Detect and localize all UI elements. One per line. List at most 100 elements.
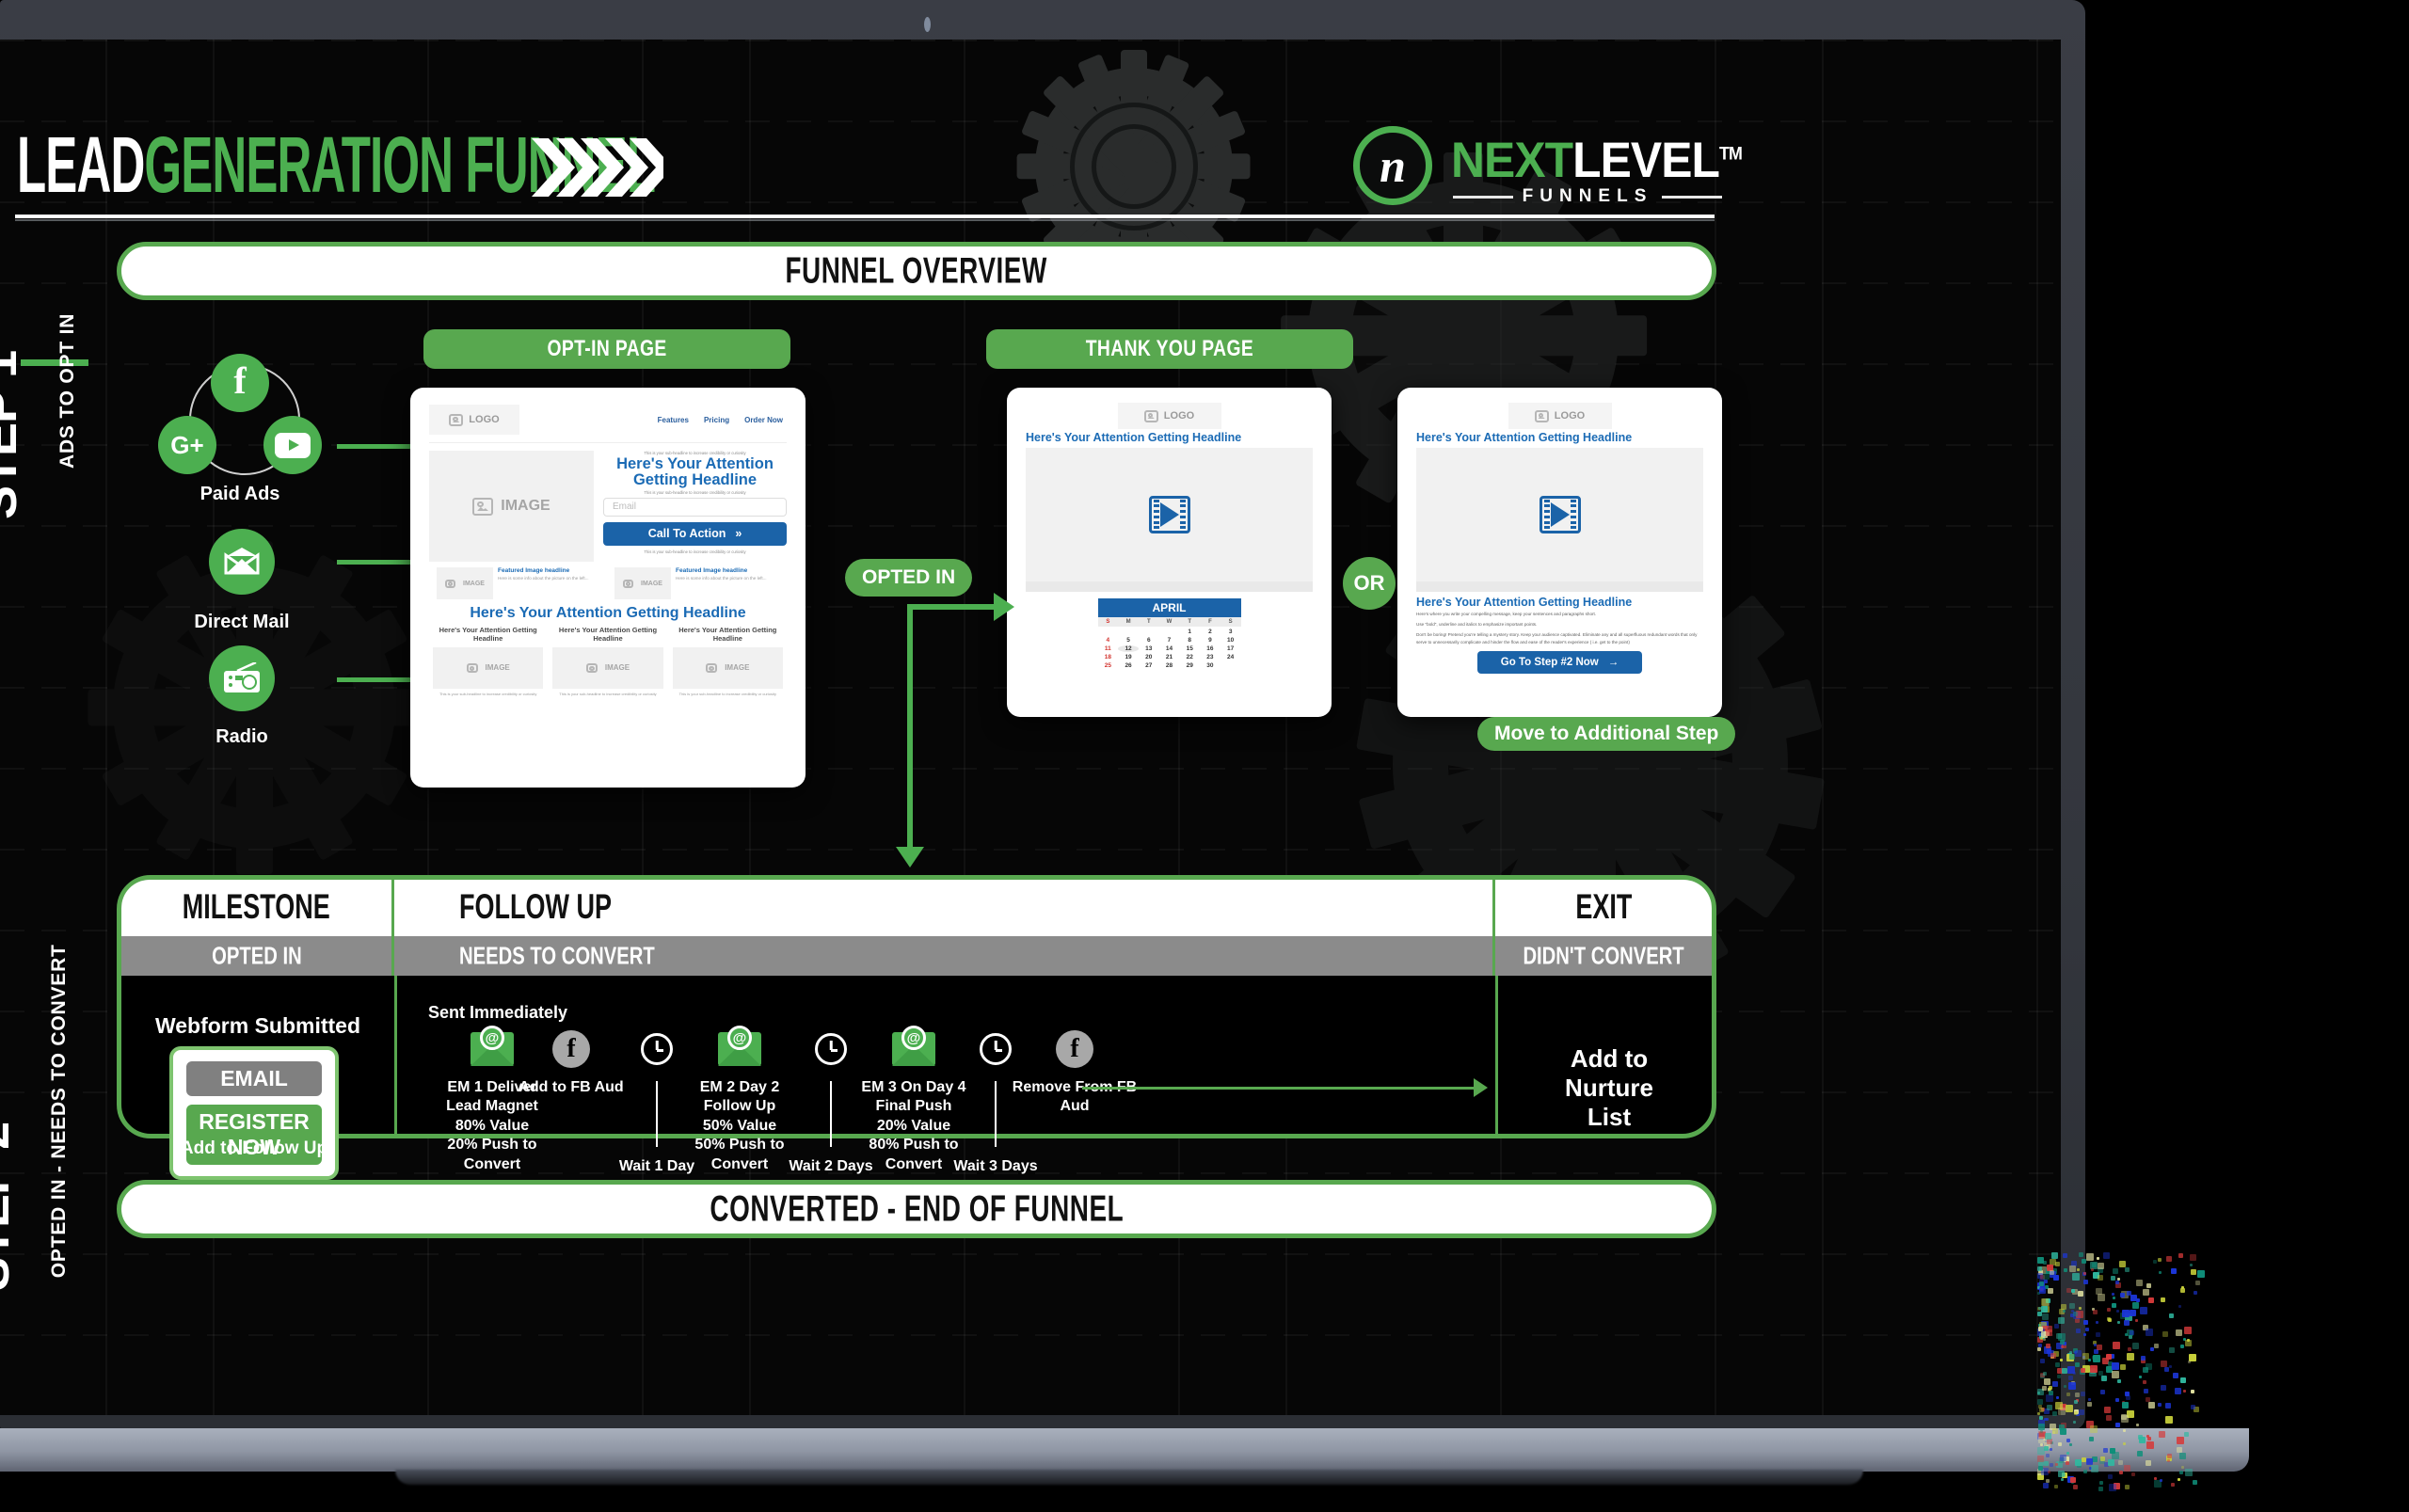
optin-nav-order-now[interactable]: Order Now <box>744 416 783 424</box>
followup-step-add-fb-label: Add to FB Aud <box>496 1078 646 1097</box>
calendar-day[interactable]: 5 <box>1118 637 1139 644</box>
source-label-radio: Radio <box>129 726 355 748</box>
calendar-day-headers: S M T W T F S <box>1098 617 1241 627</box>
calendar-day[interactable]: 6 <box>1139 637 1159 644</box>
calendar-day[interactable]: 10 <box>1220 637 1241 644</box>
calendar-day[interactable]: 15 <box>1179 645 1200 652</box>
optin-featured-body: Here is some info about the picture on t… <box>498 576 605 582</box>
calendar-day[interactable]: 29 <box>1179 662 1200 669</box>
calendar-day[interactable]: 3 <box>1220 629 1241 635</box>
thank-you-page-mockup-a[interactable]: LOGO Here's Your Attention Getting Headl… <box>1007 388 1332 717</box>
webform-email-field[interactable]: EMAIL <box>186 1061 322 1096</box>
calendar-day[interactable]: 22 <box>1179 654 1200 661</box>
optin-card-image: IMAGE <box>673 647 783 689</box>
tab-opt-in-page-label: OPT-IN PAGE <box>547 336 666 362</box>
optin-cta-button[interactable]: Call To Action » <box>603 522 787 546</box>
column-sub-needs-to-convert: NEEDS TO CONVERT <box>394 936 1495 976</box>
brand-logo: n NEXTLEVELTM FUNNELS <box>1353 120 1722 211</box>
source-label-direct-mail: Direct Mail <box>129 612 355 633</box>
calendar-day[interactable]: 25 <box>1098 662 1119 669</box>
optin-card: Here's Your Attention Getting Headline I… <box>433 627 543 695</box>
laptop-mockup: LEADGENERATION FUNNEL n NEXTLEVELTM FUNN… <box>0 0 2409 1512</box>
calendar-day[interactable]: 7 <box>1159 637 1180 644</box>
double-chevron-right-icon <box>532 138 663 197</box>
calendar-day[interactable]: 17 <box>1220 645 1241 652</box>
ty-b-paragraph: Here's where you write your compelling m… <box>1416 611 1703 617</box>
optin-featured-body: Here is some info about the picture on t… <box>676 576 783 582</box>
double-chevron-right-icon: » <box>735 527 742 540</box>
optin-featured-title: Featured Image headline <box>498 567 605 574</box>
ty-b-cta-button[interactable]: Go To Step #2 Now → <box>1477 651 1642 674</box>
calendar-day[interactable]: 27 <box>1139 662 1159 669</box>
calendar-day[interactable]: 26 <box>1118 662 1139 669</box>
optin-section-headline: Here's Your Attention Getting Headline <box>420 606 796 621</box>
calendar-day[interactable]: 28 <box>1159 662 1180 669</box>
calendar-day[interactable]: 1 <box>1179 629 1200 635</box>
column-sub-opted-in: OPTED IN <box>121 936 394 976</box>
sent-immediately-label: Sent Immediately <box>428 1003 635 1023</box>
opted-in-badge: OPTED IN <box>845 559 972 597</box>
calendar-day[interactable]: 8 <box>1179 637 1200 644</box>
step2-subtitle: OPTED IN - NEEDS TO CONVERT <box>47 944 72 1278</box>
ty-b-video-area <box>1416 448 1703 581</box>
column-divider-2 <box>1495 976 1498 1134</box>
optin-email-placeholder: Email <box>613 501 636 512</box>
calendar-day[interactable]: 20 <box>1139 654 1159 661</box>
calendar-day[interactable]: 12 <box>1118 645 1139 652</box>
optin-subheadline-bottom: This is your sub-headline to increase cr… <box>603 549 787 554</box>
step1-number: STEP 1 <box>0 351 28 519</box>
optin-card-image: IMAGE <box>552 647 662 689</box>
calendar-day[interactable]: 23 <box>1200 654 1220 661</box>
facebook-icon: f <box>999 1027 1150 1071</box>
ty-a-logo: LOGO <box>1118 403 1221 429</box>
funnel-overview-banner: FUNNEL OVERVIEW <box>117 242 1716 300</box>
optin-nav-features[interactable]: Features <box>658 416 689 424</box>
calendar-day[interactable]: 19 <box>1118 654 1139 661</box>
logo-rule-right <box>1662 196 1722 199</box>
facebook-icon: f <box>211 354 269 412</box>
optin-featured-title: Featured Image headline <box>676 567 783 574</box>
calendar-day[interactable]: 18 <box>1098 654 1119 661</box>
followup-step-remove-fb-label: Remove From FB Aud <box>999 1078 1150 1117</box>
arrow-direct-mail <box>337 560 418 565</box>
milestone-caption: Add to Follow Up <box>169 1138 339 1159</box>
optin-email-input[interactable]: Email <box>603 498 787 517</box>
calendar-day[interactable]: 16 <box>1200 645 1220 652</box>
webcam-icon <box>924 17 931 32</box>
ty-a-logo-label: LOGO <box>1164 410 1194 422</box>
optin-hero-image-label: IMAGE <box>501 498 550 515</box>
google-plus-icon: G+ <box>158 416 216 474</box>
optin-featured-image: IMAGE <box>614 567 671 599</box>
calendar-day[interactable]: 4 <box>1098 637 1119 644</box>
calendar-day[interactable]: 13 <box>1139 645 1159 652</box>
calendar-day[interactable]: 11 <box>1098 645 1119 652</box>
step1-subtitle: ADS TO OPT IN <box>56 313 79 469</box>
ty-a-headline: Here's Your Attention Getting Headline <box>1016 429 1322 448</box>
calendar-day[interactable]: 9 <box>1200 637 1220 644</box>
calendar-day[interactable]: 30 <box>1200 662 1220 669</box>
column-header-milestone: MILESTONE <box>121 880 394 936</box>
logo-rule-left <box>1453 196 1513 199</box>
tab-opt-in-page[interactable]: OPT-IN PAGE <box>423 329 790 369</box>
optin-nav-pricing[interactable]: Pricing <box>704 416 729 424</box>
ty-a-calendar: APRIL S M T W T F S 1 2 3 4 5 6 7 8 9 10 11 12 13 14 1… <box>1098 598 1241 669</box>
opt-in-page-mockup[interactable]: LOGO Features Pricing Order Now IMAGE Th… <box>410 388 806 788</box>
logo-trademark: TM <box>1719 144 1742 164</box>
calendar-day[interactable]: 21 <box>1159 654 1180 661</box>
move-to-additional-step-button[interactable]: Move to Additional Step <box>1477 717 1735 751</box>
confetti-particles <box>2037 1251 2263 1496</box>
calendar-days: 1 2 3 4 5 6 7 8 9 10 11 12 13 14 15 16 17 18 19 20 21 22 23 24 2… <box>1098 629 1241 669</box>
calendar-day[interactable]: 14 <box>1159 645 1180 652</box>
optin-nav[interactable]: Features Pricing Order Now <box>658 416 783 424</box>
thank-you-page-mockup-b[interactable]: LOGO Here's Your Attention Getting Headl… <box>1397 388 1722 717</box>
calendar-day[interactable]: 24 <box>1220 654 1241 661</box>
ty-b-paragraph: Use "bold", underline and italics to emp… <box>1416 621 1703 628</box>
step2-table-header-row: MILESTONE FOLLOW UP EXIT <box>121 880 1712 936</box>
calendar-day[interactable]: 2 <box>1200 629 1220 635</box>
optin-hero-image: IMAGE <box>429 451 594 562</box>
flow-opted-in-arrowhead <box>994 593 1014 621</box>
wait-connector-3 <box>995 1081 997 1147</box>
tab-thank-you-page[interactable]: THANK YOU PAGE <box>986 329 1353 369</box>
optin-featured-image: IMAGE <box>437 567 493 599</box>
source-label-paid-ads: Paid Ads <box>127 484 353 505</box>
